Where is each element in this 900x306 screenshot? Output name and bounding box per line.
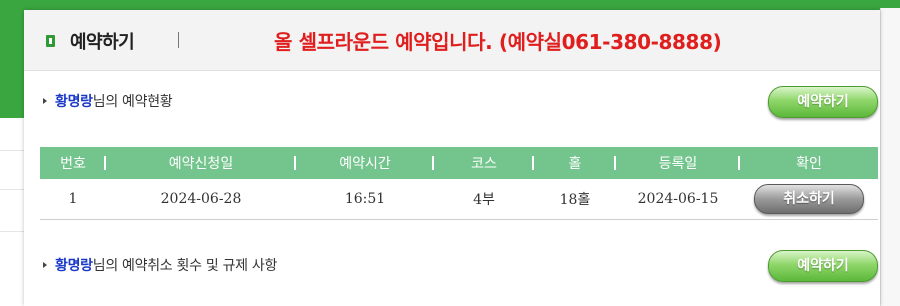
reservation-status-section: 황명랑님의 예약현황 예약하기	[24, 82, 880, 122]
cell-request-date: 2024-06-28	[160, 190, 242, 207]
column-header: 예약신청일	[106, 147, 296, 179]
bullet-arrow-icon	[43, 262, 47, 268]
cell-no: 1	[68, 190, 78, 207]
cancellation-heading: 황명랑님의 예약취소 횟수 및 규제 사항	[55, 255, 277, 275]
column-header: 등록일	[616, 147, 740, 179]
cancellation-heading-label: 님의 예약취소 횟수 및 규제 사항	[92, 258, 278, 274]
column-header: 홀	[534, 147, 616, 179]
title-marker-icon	[46, 35, 55, 47]
column-header: 번호	[40, 147, 106, 179]
status-heading-label: 님의 예약현황	[92, 94, 173, 110]
right-background-strip	[880, 0, 900, 306]
reserve-button-secondary[interactable]: 예약하기	[768, 250, 878, 282]
cell-action: 취소하기	[740, 179, 878, 219]
header-separator	[178, 32, 179, 48]
cell-time: 16:51	[344, 190, 386, 207]
cancellation-rules-section: 황명랑님의 예약취소 횟수 및 규제 사항 예약하기	[24, 246, 880, 286]
page-title: 예약하기	[70, 32, 135, 53]
column-header: 예약시간	[296, 147, 434, 179]
reservation-notice: 올 셀프라운드 예약입니다. (예약실061-380-8888)	[274, 30, 722, 54]
column-header: 코스	[434, 147, 534, 179]
user-name: 황명랑	[55, 94, 93, 110]
column-header: 확인	[796, 156, 822, 172]
user-name: 황명랑	[55, 258, 93, 274]
reserve-button[interactable]: 예약하기	[768, 86, 878, 118]
reservation-table: 번호 예약신청일 예약시간 코스 홀 등록일 확인 1 2024-06-28 1…	[40, 147, 878, 220]
reservation-panel: 예약하기 올 셀프라운드 예약입니다. (예약실061-380-8888) 황명…	[24, 10, 880, 306]
bullet-arrow-icon	[43, 98, 47, 104]
table-row: 1 2024-06-28 16:51 4부 18홀 2024-06-15 취소하…	[40, 179, 878, 219]
reservation-status-heading: 황명랑님의 예약현황	[55, 91, 173, 111]
table-header-row: 번호 예약신청일 예약시간 코스 홀 등록일 확인	[40, 147, 878, 179]
panel-header: 예약하기 올 셀프라운드 예약입니다. (예약실061-380-8888)	[24, 10, 880, 71]
cell-registered-date: 2024-06-15	[637, 190, 719, 207]
cell-holes: 18홀	[559, 191, 591, 208]
right-green-cap	[880, 0, 900, 8]
cell-course: 4부	[473, 191, 495, 208]
cancel-reservation-button[interactable]: 취소하기	[754, 183, 864, 214]
